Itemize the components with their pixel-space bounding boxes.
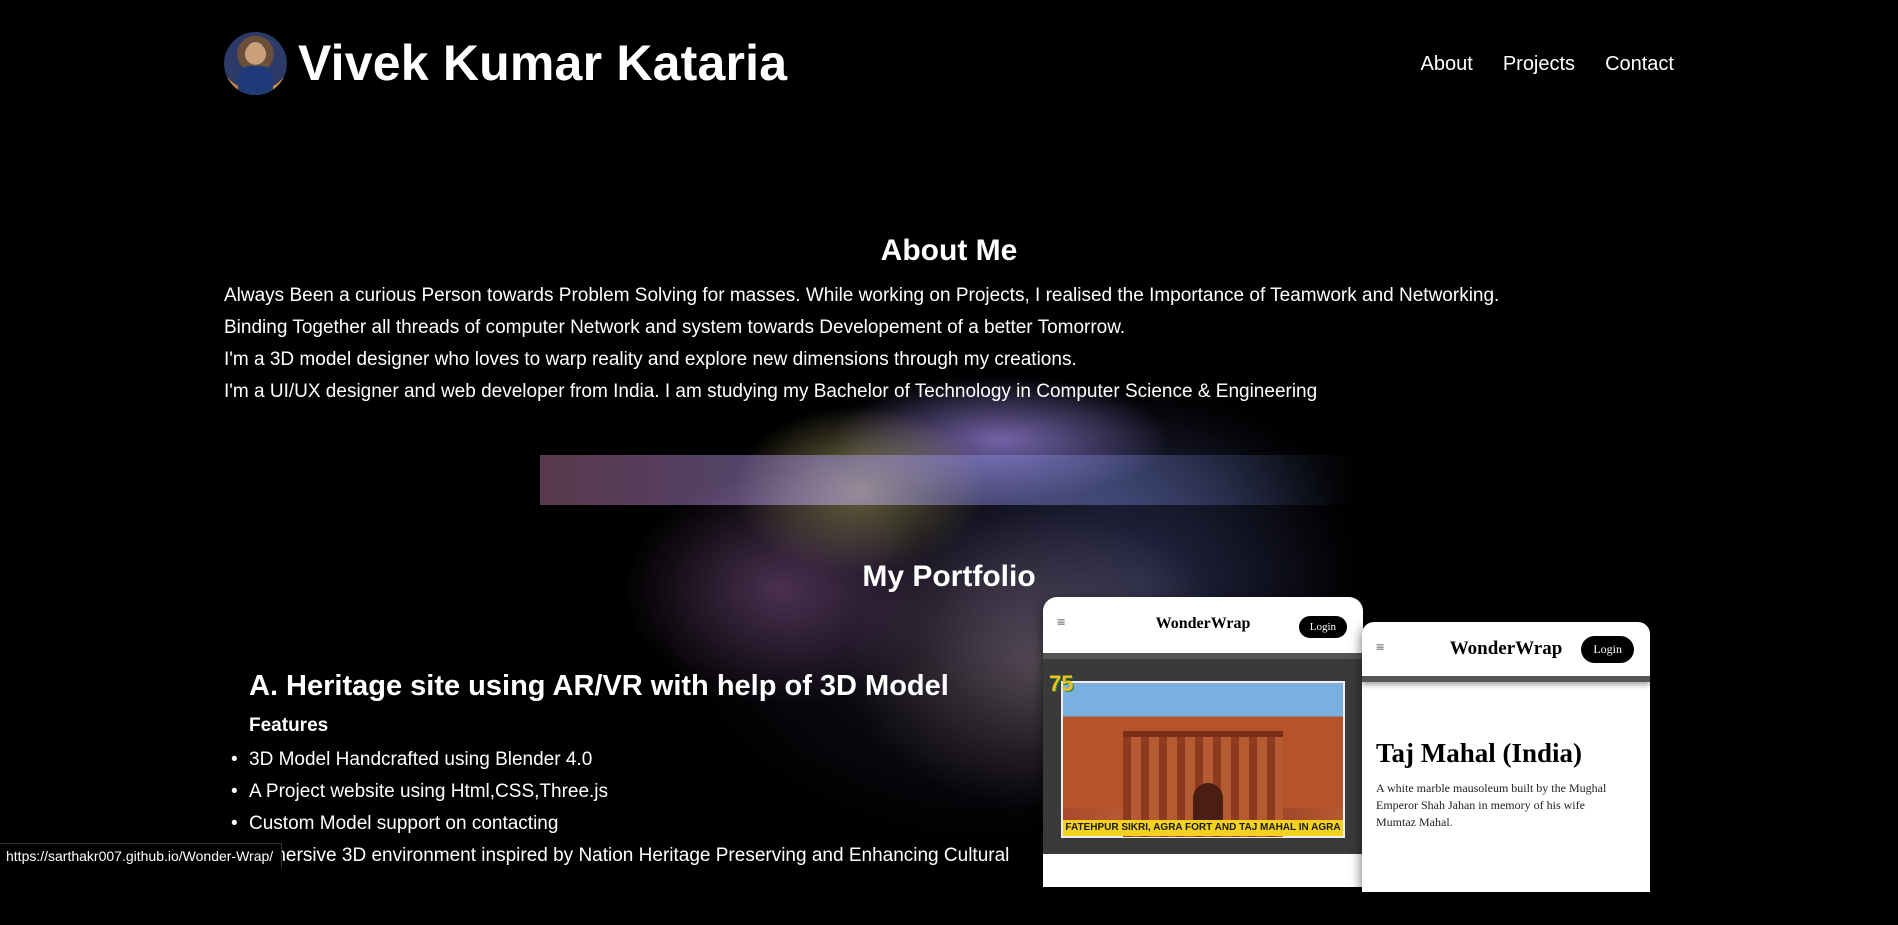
mockup-description: A white marble mausoleum built by the Mu… xyxy=(1376,781,1607,829)
nav-link-about[interactable]: About xyxy=(1421,52,1473,76)
about-line: I'm a UI/UX designer and web developer f… xyxy=(224,381,1318,402)
main-nav: About Projects Contact xyxy=(1421,52,1674,76)
feature-item: 3D Model Handcrafted using Blender 4.0 xyxy=(231,744,1009,776)
photo-caption: FATEHPUR SIKRI, AGRA FORT AND TAJ MAHAL … xyxy=(1063,820,1343,836)
status-bar-url: https://sarthakr007.github.io/Wonder-Wra… xyxy=(0,843,283,868)
nav-link-projects[interactable]: Projects xyxy=(1503,52,1575,76)
feature-item: Custom Model support on contacting xyxy=(231,808,1009,840)
mockup-login-button: Login xyxy=(1581,636,1634,663)
mockup-heading: Taj Mahal (India) xyxy=(1376,738,1583,768)
gradient-band xyxy=(540,455,1360,505)
about-line: Binding Together all threads of computer… xyxy=(224,317,1126,338)
azadi-75-logo-icon: 75 xyxy=(1049,671,1074,696)
mockup-phone-taj[interactable]: ≡ WonderWrap Login Taj Mahal (India) A w… xyxy=(1362,622,1650,892)
avatar-head xyxy=(246,42,265,64)
nav-link-contact[interactable]: Contact xyxy=(1605,52,1674,76)
site-title: Vivek Kumar Kataria xyxy=(298,35,788,91)
fort-photo: FATEHPUR SIKRI, AGRA FORT AND TAJ MAHAL … xyxy=(1061,681,1345,838)
features-label: Features xyxy=(249,715,329,736)
mockup-hero: FATEHPUR SIKRI, AGRA FORT AND TAJ MAHAL … xyxy=(1043,659,1363,854)
about-line: Always Been a curious Person towards Pro… xyxy=(224,285,1500,306)
feature-list: 3D Model Handcrafted using Blender 4.0 A… xyxy=(231,744,1009,872)
about-line: I'm a 3D model designer who loves to war… xyxy=(224,349,1077,370)
project-title: A. Heritage site using AR/VR with help o… xyxy=(249,670,949,702)
site-header: Vivek Kumar Kataria About Projects Conta… xyxy=(0,0,1898,128)
mockup-phone-fort[interactable]: ≡ WonderWrap Login FATEHPUR SIKRI, AGRA … xyxy=(1043,597,1363,887)
portfolio-title: My Portfolio xyxy=(862,560,1036,593)
feature-item: A Project website using Html,CSS,Three.j… xyxy=(231,776,1009,808)
mockup-login-button: Login xyxy=(1298,616,1347,638)
avatar xyxy=(224,32,287,95)
about-title: About Me xyxy=(880,234,1018,267)
avatar-body xyxy=(238,66,273,95)
about-text: Always Been a curious Person towards Pro… xyxy=(224,280,1499,408)
feature-item: Immersive 3D environment inspired by Nat… xyxy=(231,840,1009,872)
mockup-navbar: ≡ WonderWrap Login xyxy=(1362,622,1650,682)
mockup-navbar: ≡ WonderWrap Login xyxy=(1043,597,1363,659)
